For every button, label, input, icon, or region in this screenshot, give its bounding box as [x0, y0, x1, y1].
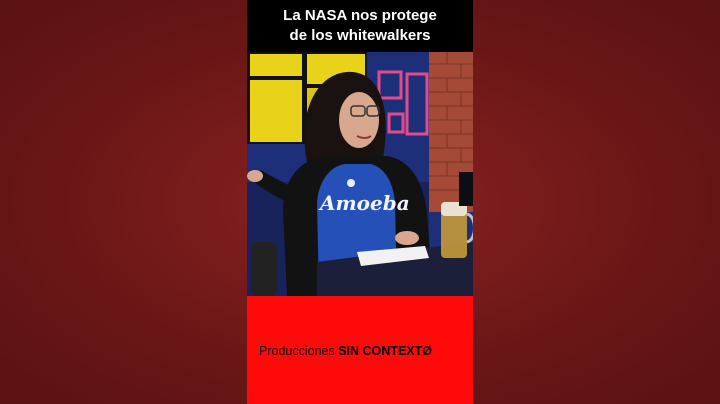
brand-watermark: Producciones SIN CONTEXTØ	[259, 344, 469, 358]
short-video-player[interactable]: La NASA nos protege de los whitewalkers	[247, 0, 473, 404]
brand-suffix: Ø	[422, 344, 432, 358]
scene-illustration: Amoeba	[247, 52, 473, 296]
caption-line-2: de los whitewalkers	[289, 27, 431, 44]
video-scene: Amoeba	[247, 52, 473, 296]
shirt-logo-text: Amoeba	[318, 191, 410, 215]
caption-line-1: La NASA nos protege	[283, 7, 437, 24]
brand-bar: Producciones SIN CONTEXTØ	[247, 296, 473, 404]
video-frame: La NASA nos protege de los whitewalkers	[0, 0, 720, 404]
brand-highlight: SIN CONTEXT	[338, 344, 423, 358]
brand-prefix: Producciones	[259, 344, 339, 358]
caption-overlay: La NASA nos protege de los whitewalkers	[247, 0, 473, 52]
